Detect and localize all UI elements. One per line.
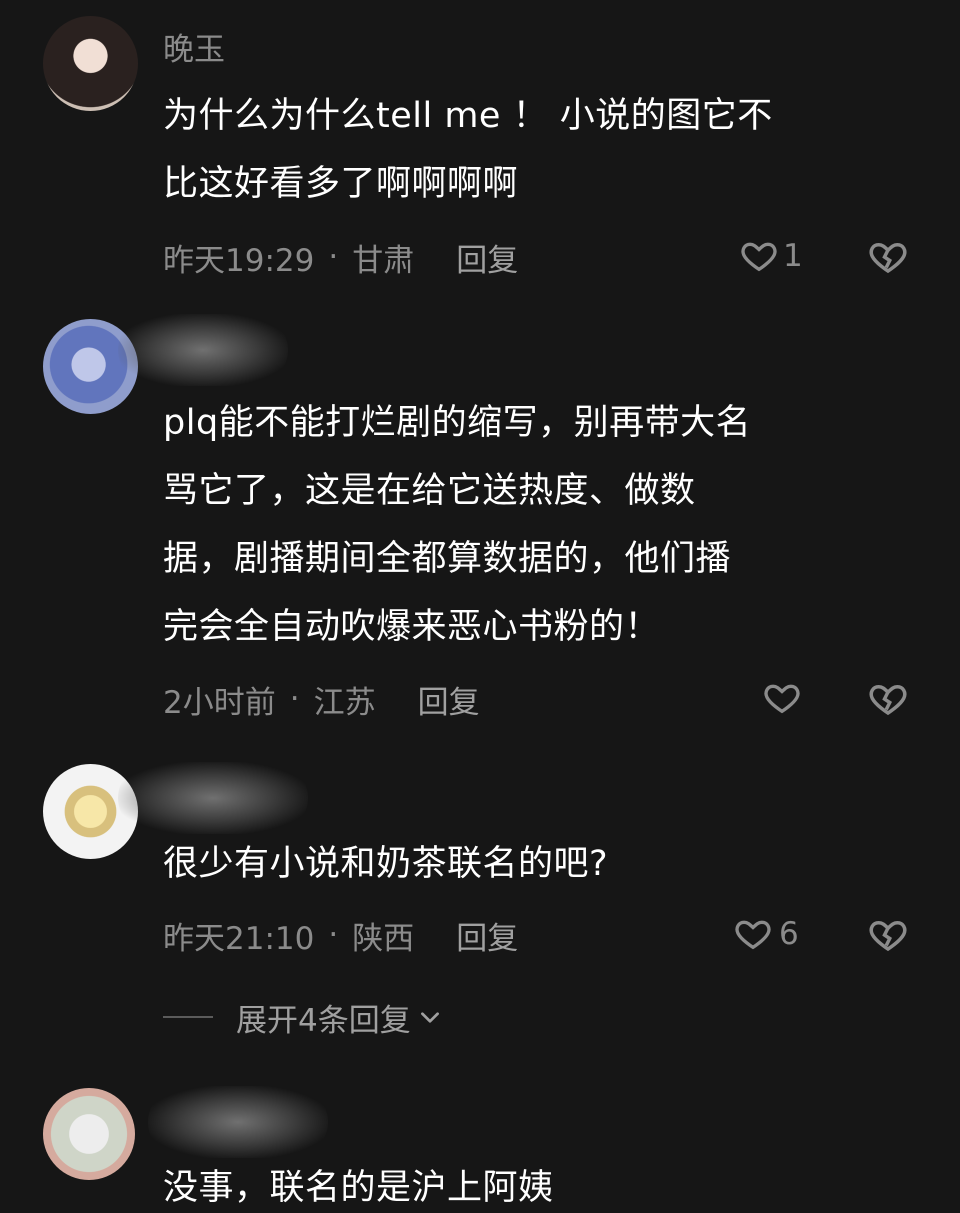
- like-button[interactable]: [762, 678, 802, 718]
- separator-dot: ·: [328, 239, 339, 275]
- reply-button[interactable]: 回复: [418, 677, 480, 722]
- separator-dot: ·: [289, 681, 300, 717]
- comment-meta: 昨天21:10 · 陕西 回复: [163, 913, 518, 958]
- comment-text: plq能不能打烂剧的缩写，别再带大名 骂它了，这是在给它送热度、做数 据，剧播期…: [163, 403, 752, 647]
- comment-time: 2小时前: [163, 684, 276, 721]
- comment-location: 陕西: [352, 920, 415, 957]
- like-count: 6: [779, 916, 799, 952]
- comment-text: 很少有小说和奶茶联名的吧?: [163, 844, 609, 884]
- avatar[interactable]: [43, 1088, 135, 1180]
- comment-author[interactable]: 晚玉: [163, 24, 225, 69]
- reply-button[interactable]: 回复: [456, 913, 518, 958]
- like-count: 1: [783, 238, 803, 274]
- broken-heart-icon[interactable]: [867, 236, 909, 278]
- heart-outline-icon: [739, 236, 779, 276]
- comment-text: 为什么为什么tell me ！ 小说的图它不 比这好看多了啊啊啊啊: [163, 96, 773, 204]
- divider: [163, 1016, 213, 1018]
- avatar[interactable]: [43, 16, 138, 111]
- reply-button[interactable]: 回复: [456, 235, 518, 280]
- heart-outline-icon: [733, 914, 773, 954]
- comment-text: 没事，联名的是沪上阿姨: [163, 1168, 554, 1208]
- heart-outline-icon: [762, 678, 802, 718]
- comment-time: 昨天21:10: [163, 920, 315, 957]
- separator-dot: ·: [328, 917, 339, 953]
- blurred-author-name: [118, 314, 288, 386]
- comment-location: 江苏: [313, 684, 376, 721]
- comment-location: 甘肃: [352, 242, 415, 279]
- like-button[interactable]: 6: [733, 914, 799, 954]
- broken-heart-icon[interactable]: [867, 678, 909, 720]
- blurred-author-name: [148, 1086, 328, 1158]
- broken-heart-icon[interactable]: [867, 914, 909, 956]
- like-button[interactable]: 1: [739, 236, 803, 276]
- comment-time: 昨天19:29: [163, 242, 315, 279]
- blurred-author-name: [118, 762, 308, 834]
- comment-meta: 昨天19:29 · 甘肃 回复: [163, 235, 518, 280]
- expand-replies-button[interactable]: 展开4条回复: [163, 996, 443, 1039]
- expand-replies-label: 展开4条回复: [236, 1002, 411, 1039]
- chevron-down-icon: [417, 1004, 443, 1030]
- comment-meta: 2小时前 · 江苏 回复: [163, 677, 480, 722]
